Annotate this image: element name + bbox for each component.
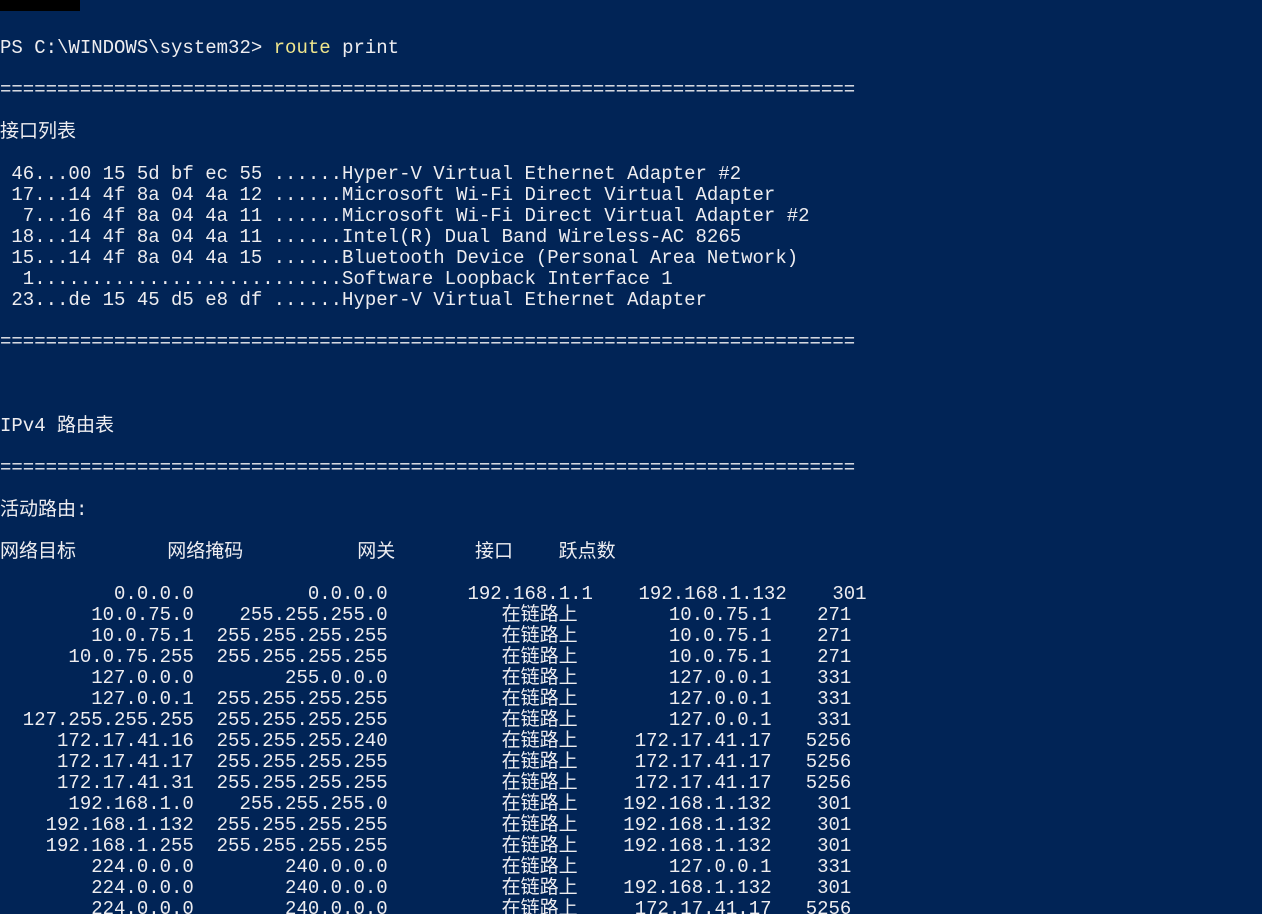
route-row: 172.17.41.31 255.255.255.255 在链路上 172.17…	[0, 773, 1262, 794]
separator: ========================================…	[0, 458, 1262, 479]
interface-row: 7...16 4f 8a 04 4a 11 ......Microsoft Wi…	[0, 206, 1262, 227]
prompt-path: PS C:\WINDOWS\system32>	[0, 37, 274, 59]
prompt-arg: print	[331, 37, 399, 59]
route-row: 172.17.41.16 255.255.255.240 在链路上 172.17…	[0, 731, 1262, 752]
prompt-command: route	[274, 37, 331, 59]
active-routes-label: 活动路由:	[0, 500, 1262, 521]
route-row: 224.0.0.0 240.0.0.0 在链路上 127.0.0.1 331	[0, 857, 1262, 878]
interface-row: 15...14 4f 8a 04 4a 15 ......Bluetooth D…	[0, 248, 1262, 269]
route-row: 127.255.255.255 255.255.255.255 在链路上 127…	[0, 710, 1262, 731]
route-row: 192.168.1.255 255.255.255.255 在链路上 192.1…	[0, 836, 1262, 857]
blank-line	[0, 374, 1262, 395]
active-routes-rows: 0.0.0.0 0.0.0.0 192.168.1.1 192.168.1.13…	[0, 584, 1262, 914]
terminal-output[interactable]: PS C:\WINDOWS\system32> route print ====…	[0, 11, 1262, 914]
interface-row: 1...........................Software Loo…	[0, 269, 1262, 290]
route-row: 10.0.75.255 255.255.255.255 在链路上 10.0.75…	[0, 647, 1262, 668]
separator: ========================================…	[0, 80, 1262, 101]
titlebar-fragment	[0, 0, 80, 11]
interface-row: 46...00 15 5d bf ec 55 ......Hyper-V Vir…	[0, 164, 1262, 185]
interface-row: 23...de 15 45 d5 e8 df ......Hyper-V Vir…	[0, 290, 1262, 311]
route-row: 10.0.75.0 255.255.255.0 在链路上 10.0.75.1 2…	[0, 605, 1262, 626]
route-row: 172.17.41.17 255.255.255.255 在链路上 172.17…	[0, 752, 1262, 773]
active-routes-columns: 网络目标 网络掩码 网关 接口 跃点数	[0, 542, 1262, 563]
route-row: 127.0.0.0 255.0.0.0 在链路上 127.0.0.1 331	[0, 668, 1262, 689]
interface-row: 18...14 4f 8a 04 4a 11 ......Intel(R) Du…	[0, 227, 1262, 248]
route-row: 192.168.1.132 255.255.255.255 在链路上 192.1…	[0, 815, 1262, 836]
route-row: 127.0.0.1 255.255.255.255 在链路上 127.0.0.1…	[0, 689, 1262, 710]
route-row: 224.0.0.0 240.0.0.0 在链路上 192.168.1.132 3…	[0, 878, 1262, 899]
route-row: 0.0.0.0 0.0.0.0 192.168.1.1 192.168.1.13…	[0, 584, 1262, 605]
interface-list: 46...00 15 5d bf ec 55 ......Hyper-V Vir…	[0, 164, 1262, 311]
route-row: 224.0.0.0 240.0.0.0 在链路上 172.17.41.17 52…	[0, 899, 1262, 914]
separator: ========================================…	[0, 332, 1262, 353]
route-row: 192.168.1.0 255.255.255.0 在链路上 192.168.1…	[0, 794, 1262, 815]
ipv4-route-table-header: IPv4 路由表	[0, 416, 1262, 437]
route-row: 10.0.75.1 255.255.255.255 在链路上 10.0.75.1…	[0, 626, 1262, 647]
interface-list-header: 接口列表	[0, 122, 1262, 143]
prompt-line: PS C:\WINDOWS\system32> route print	[0, 38, 1262, 59]
interface-row: 17...14 4f 8a 04 4a 12 ......Microsoft W…	[0, 185, 1262, 206]
